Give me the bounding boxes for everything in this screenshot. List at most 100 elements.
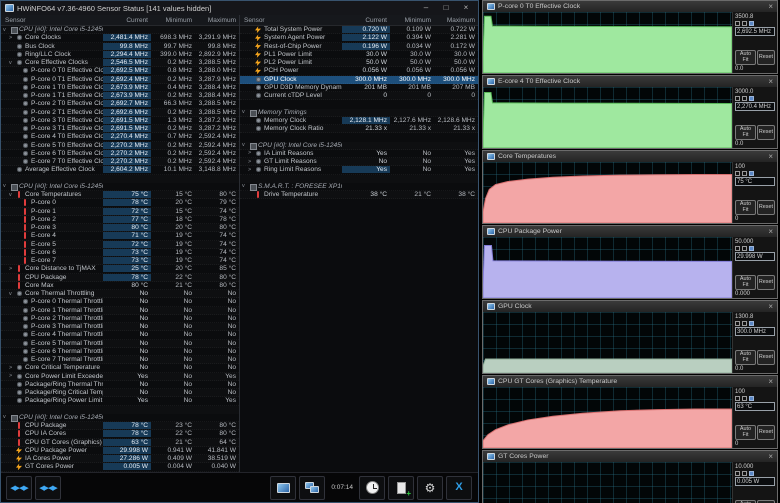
sensor-row[interactable]: CPU IA Cores 78 °C 22 °C 80 °C <box>1 430 239 439</box>
graph-titlebar[interactable]: E-core 4 T0 Effective Clock × <box>483 76 777 87</box>
sensor-row[interactable]: Package/Ring Critical Temperature No No No <box>1 389 239 398</box>
graph-checkbox[interactable] <box>735 396 740 401</box>
sensor-row[interactable]: E-core 4 T0 Effective Clock 2,270.4 MHz 0.… <box>1 133 239 142</box>
sensor-row[interactable]: Core Max 80 °C 21 °C 80 °C <box>1 281 239 290</box>
graph-checkbox[interactable] <box>735 471 740 476</box>
graph-checkbox[interactable] <box>749 471 754 476</box>
sensor-row[interactable]: v Core Thermal Throttling No No No <box>1 290 239 299</box>
close-icon[interactable]: × <box>768 452 773 461</box>
sensor-row[interactable]: Drive Temperature 38 °C 21 °C 38 °C <box>240 191 478 200</box>
sensor-row[interactable]: E-core 7 T0 Effective Clock 2,270.2 MHz 0.… <box>1 158 239 167</box>
sensor-row[interactable]: Ring/LLC Clock 2,294.4 MHz 399.0 MHz 2,892.… <box>1 50 239 59</box>
sensor-row[interactable]: v Core Effective Clocks 2,546.5 MHz 0.2 MHz… <box>1 59 239 68</box>
multi-window-button[interactable] <box>299 475 326 500</box>
sensor-row[interactable]: IA Cores Power 27.286 W 0.409 W 38.519 W <box>1 455 239 464</box>
sensor-row[interactable]: Memory Clock 2,128.1 MHz 2,127.6 MHz 2,128.… <box>240 116 478 125</box>
sensor-row[interactable]: Total System Power 0.720 W 0.109 W 0.722 W <box>240 26 478 35</box>
graph-titlebar[interactable]: CPU GT Cores (Graphics) Temperature × <box>483 376 777 387</box>
graph-checkbox[interactable] <box>742 396 747 401</box>
sensor-row[interactable]: E-core 4 71 °C 19 °C 74 °C <box>1 232 239 241</box>
sensor-row[interactable]: P-core 3 Thermal Throttling No No No <box>1 323 239 332</box>
auto-fit-button[interactable]: Auto Fit <box>735 275 756 290</box>
close-icon[interactable]: × <box>768 302 773 311</box>
graph-checkbox[interactable] <box>735 171 740 176</box>
sensor-row[interactable]: P-core 3 80 °C 20 °C 80 °C <box>1 224 239 233</box>
sensor-group-row[interactable]: v CPU [#0]: Intel Core i5-12450H: Perform… <box>240 142 478 150</box>
graph-titlebar[interactable]: CPU Package Power × <box>483 226 777 237</box>
sensor-row[interactable]: P-core 0 78 °C 20 °C 79 °C <box>1 199 239 208</box>
graph-checkbox[interactable] <box>749 171 754 176</box>
graph-window-button[interactable] <box>270 475 297 500</box>
sensor-row[interactable]: P-core 0 Thermal Throttling No No No <box>1 298 239 307</box>
sensor-row[interactable]: CPU Package 78 °C 22 °C 80 °C <box>1 273 239 282</box>
auto-fit-button[interactable]: Auto Fit <box>735 200 756 215</box>
settings-button[interactable]: ⚙ <box>417 475 443 500</box>
sensor-row[interactable]: CPU GT Cores (Graphics) Temperature63 °C… <box>1 438 239 447</box>
sensor-row[interactable]: E-core 6 73 °C 19 °C 74 °C <box>1 248 239 257</box>
reset-button[interactable]: Reset <box>756 125 775 140</box>
sensor-row[interactable]: Package/Ring Power Limit Exceeded Yes No Ye… <box>1 397 239 406</box>
auto-fit-button[interactable]: Auto Fit <box>735 50 756 65</box>
graph-checkbox[interactable] <box>735 21 740 26</box>
sensor-row[interactable]: E-core 6 Thermal Throttling No No No <box>1 348 239 356</box>
sensor-row[interactable]: Bus Clock 99.8 MHz 99.7 MHz 99.8 MHz <box>1 42 239 51</box>
sensor-row[interactable]: E-core 7 Thermal Throttling No No No <box>1 356 239 365</box>
reset-button[interactable]: Reset <box>756 425 775 440</box>
sensor-row[interactable]: Average Effective Clock 2,604.2 MHz 10.1 M… <box>1 166 239 175</box>
sensor-row[interactable]: Package/Ring Thermal Throttling No No No <box>1 381 239 389</box>
graph-titlebar[interactable]: GT Cores Power × <box>483 451 777 462</box>
sensor-row[interactable]: > Core Critical Temperature No No No <box>1 364 239 373</box>
graph-checkbox[interactable] <box>742 321 747 326</box>
sensor-row[interactable]: GT Cores Power 0.005 W 0.004 W 0.040 W <box>1 463 239 472</box>
reset-button[interactable]: Reset <box>756 200 775 215</box>
clock-button[interactable] <box>359 475 385 500</box>
sensor-group-row[interactable]: v CPU [#0]: Intel Core i5-12450H: Enhance… <box>1 414 239 422</box>
minimize-button[interactable]: – <box>420 1 432 15</box>
sensor-row[interactable]: P-core 2 Thermal Throttling No No No <box>1 315 239 323</box>
sensor-row[interactable]: P-core 2 T0 Effective Clock 2,692.7 MHz 66… <box>1 100 239 109</box>
reset-button[interactable]: Reset <box>756 350 775 365</box>
sensor-row[interactable]: GPU Clock 300.0 MHz 300.0 MHz 300.0 MHz <box>240 75 478 84</box>
maximize-button[interactable]: □ <box>440 1 452 15</box>
sensor-group-row[interactable]: v CPU [#0]: Intel Core i5-12450H: DTS <box>1 183 239 191</box>
sensor-row[interactable]: CPU Package Power 29.998 W 0.941 W 41.841 W <box>1 446 239 455</box>
graph-checkbox[interactable] <box>749 21 754 26</box>
close-button[interactable]: × <box>460 1 472 15</box>
close-icon[interactable]: × <box>768 152 773 161</box>
sensor-row[interactable]: PL2 Power Limit 50.0 W 50.0 W 50.0 W <box>240 59 478 68</box>
graph-checkbox[interactable] <box>735 246 740 251</box>
sensor-row[interactable]: P-core 2 T1 Effective Clock 2,692.6 MHz 0.… <box>1 108 239 117</box>
sensor-row[interactable]: P-core 3 T1 Effective Clock 2,691.5 MHz 0.… <box>1 125 239 134</box>
graph-titlebar[interactable]: Core Temperatures × <box>483 151 777 162</box>
titlebar[interactable]: HWiNFO64 v7.36-4960 Sensor Status [141 v… <box>1 1 478 15</box>
reset-button[interactable]: Reset <box>756 50 775 65</box>
sensor-row[interactable]: E-core 7 73 °C 19 °C 74 °C <box>1 257 239 266</box>
sensor-row[interactable]: CPU Package 78 °C 23 °C 80 °C <box>1 422 239 431</box>
sensor-row[interactable]: Current cTDP Level 0 0 0 <box>240 92 478 101</box>
graph-checkbox[interactable] <box>749 246 754 251</box>
sensor-group-row[interactable]: v Memory Timings <box>240 109 478 117</box>
sensor-row[interactable]: Memory Clock Ratio 21.33 x 21.33 x 21.33 x <box>240 125 478 134</box>
sensor-row[interactable]: P-core 1 T1 Effective Clock 2,673.9 MHz 0.… <box>1 92 239 101</box>
close-icon[interactable]: × <box>768 377 773 386</box>
graph-checkbox[interactable] <box>742 171 747 176</box>
close-icon[interactable]: × <box>768 227 773 236</box>
sensor-row[interactable]: P-core 2 77 °C 18 °C 78 °C <box>1 215 239 224</box>
sensor-row[interactable]: P-core 1 T0 Effective Clock 2,673.9 MHz 0.… <box>1 83 239 92</box>
sensor-row[interactable]: > IA Limit Reasons Yes No Yes <box>240 150 478 158</box>
graph-checkbox[interactable] <box>735 96 740 101</box>
sensor-row[interactable]: E-core 5 Thermal Throttling No No No <box>1 340 239 348</box>
sensor-row[interactable]: P-core 0 T0 Effective Clock 2,692.5 MHz 0.… <box>1 67 239 76</box>
close-icon[interactable]: × <box>768 77 773 86</box>
sensor-row[interactable]: E-core 5 72 °C 19 °C 74 °C <box>1 240 239 249</box>
sensor-row[interactable]: > GT Limit Reasons No No Yes <box>240 158 478 167</box>
sensor-row[interactable]: E-core 5 T0 Effective Clock 2,270.2 MHz 0.… <box>1 141 239 150</box>
sensor-group-row[interactable]: v CPU [#0]: Intel Core i5-12450H <box>1 26 239 35</box>
graph-checkbox[interactable] <box>749 96 754 101</box>
graph-checkbox[interactable] <box>742 246 747 251</box>
graph-checkbox[interactable] <box>749 396 754 401</box>
sensor-row[interactable]: P-core 3 T0 Effective Clock 2,691.5 MHz 1.… <box>1 116 239 125</box>
sensor-row[interactable]: E-core 4 Thermal Throttling No No No <box>1 331 239 340</box>
close-icon[interactable]: × <box>768 2 773 11</box>
sensor-row[interactable]: > Core Clocks 2,481.4 MHz 698.3 MHz 3,291.9 … <box>1 34 239 43</box>
